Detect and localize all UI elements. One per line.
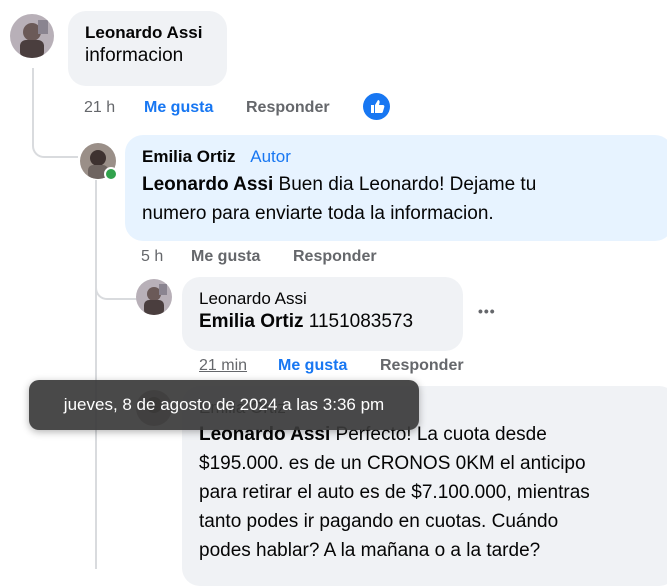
reply-button[interactable]: Responder [246, 99, 330, 117]
more-options-button[interactable]: ••• [478, 303, 496, 319]
comment-author[interactable]: Emilia Ortiz [142, 147, 236, 166]
comment-bubble: Leonardo Assi informacion [68, 11, 227, 86]
mention-link[interactable]: Leonardo Assi [142, 174, 273, 195]
mention-link[interactable]: Emilia Ortiz [199, 311, 304, 332]
comment-text: Emilia Ortiz 1151083573 [199, 307, 446, 336]
comment-text-line1: Buen dia Leonardo! Dejame tu [273, 174, 537, 195]
timestamp-tooltip: jueves, 8 de agosto de 2024 a las 3:36 p… [29, 380, 419, 430]
comment-time[interactable]: 21 min [199, 357, 247, 375]
like-button[interactable]: Me gusta [144, 99, 213, 117]
reply-button[interactable]: Responder [380, 357, 464, 375]
comment-time[interactable]: 5 h [141, 248, 163, 266]
comment-text-line3: para retirar el auto es de $7.100.000, m… [199, 482, 590, 503]
comment-text-content: 1151083573 [303, 311, 414, 332]
comment-bubble: Leonardo Assi Emilia Ortiz 1151083573 [182, 277, 463, 351]
comment-bubble-author: Emilia Ortiz Autor Leonardo Assi Buen di… [125, 135, 667, 241]
comment-author[interactable]: Leonardo Assi [199, 289, 446, 309]
comment-text-line2: numero para enviarte toda la informacion… [142, 203, 494, 224]
comment-text-line4: tanto podes ir pagando en cuotas. Cuándo [199, 511, 559, 532]
comment-text-line5: podes hablar? A la mañana o a la tarde? [199, 540, 541, 561]
thread-line-sub [95, 180, 97, 569]
comment-text-line2: $195.000. es de un CRONOS 0KM el anticip… [199, 453, 586, 474]
like-button[interactable]: Me gusta [191, 248, 260, 266]
avatar-leonardo[interactable] [136, 279, 172, 315]
like-reaction-icon[interactable] [363, 93, 390, 120]
comment-text: informacion [85, 45, 184, 66]
comment-text: Leonardo Assi Perfecto! La cuota desde $… [199, 420, 660, 565]
avatar-leonardo[interactable] [10, 14, 54, 58]
comment-time[interactable]: 21 h [84, 99, 115, 117]
thread-line-main [32, 68, 78, 158]
author-badge: Autor [250, 147, 291, 166]
online-status-dot [104, 167, 118, 181]
like-button[interactable]: Me gusta [278, 357, 347, 375]
comment-author[interactable]: Leonardo Assi [85, 23, 210, 43]
comment-text: Leonardo Assi Buen dia Leonardo! Dejame … [142, 170, 656, 228]
thread-line-reply [95, 250, 137, 300]
reply-button[interactable]: Responder [293, 248, 377, 266]
